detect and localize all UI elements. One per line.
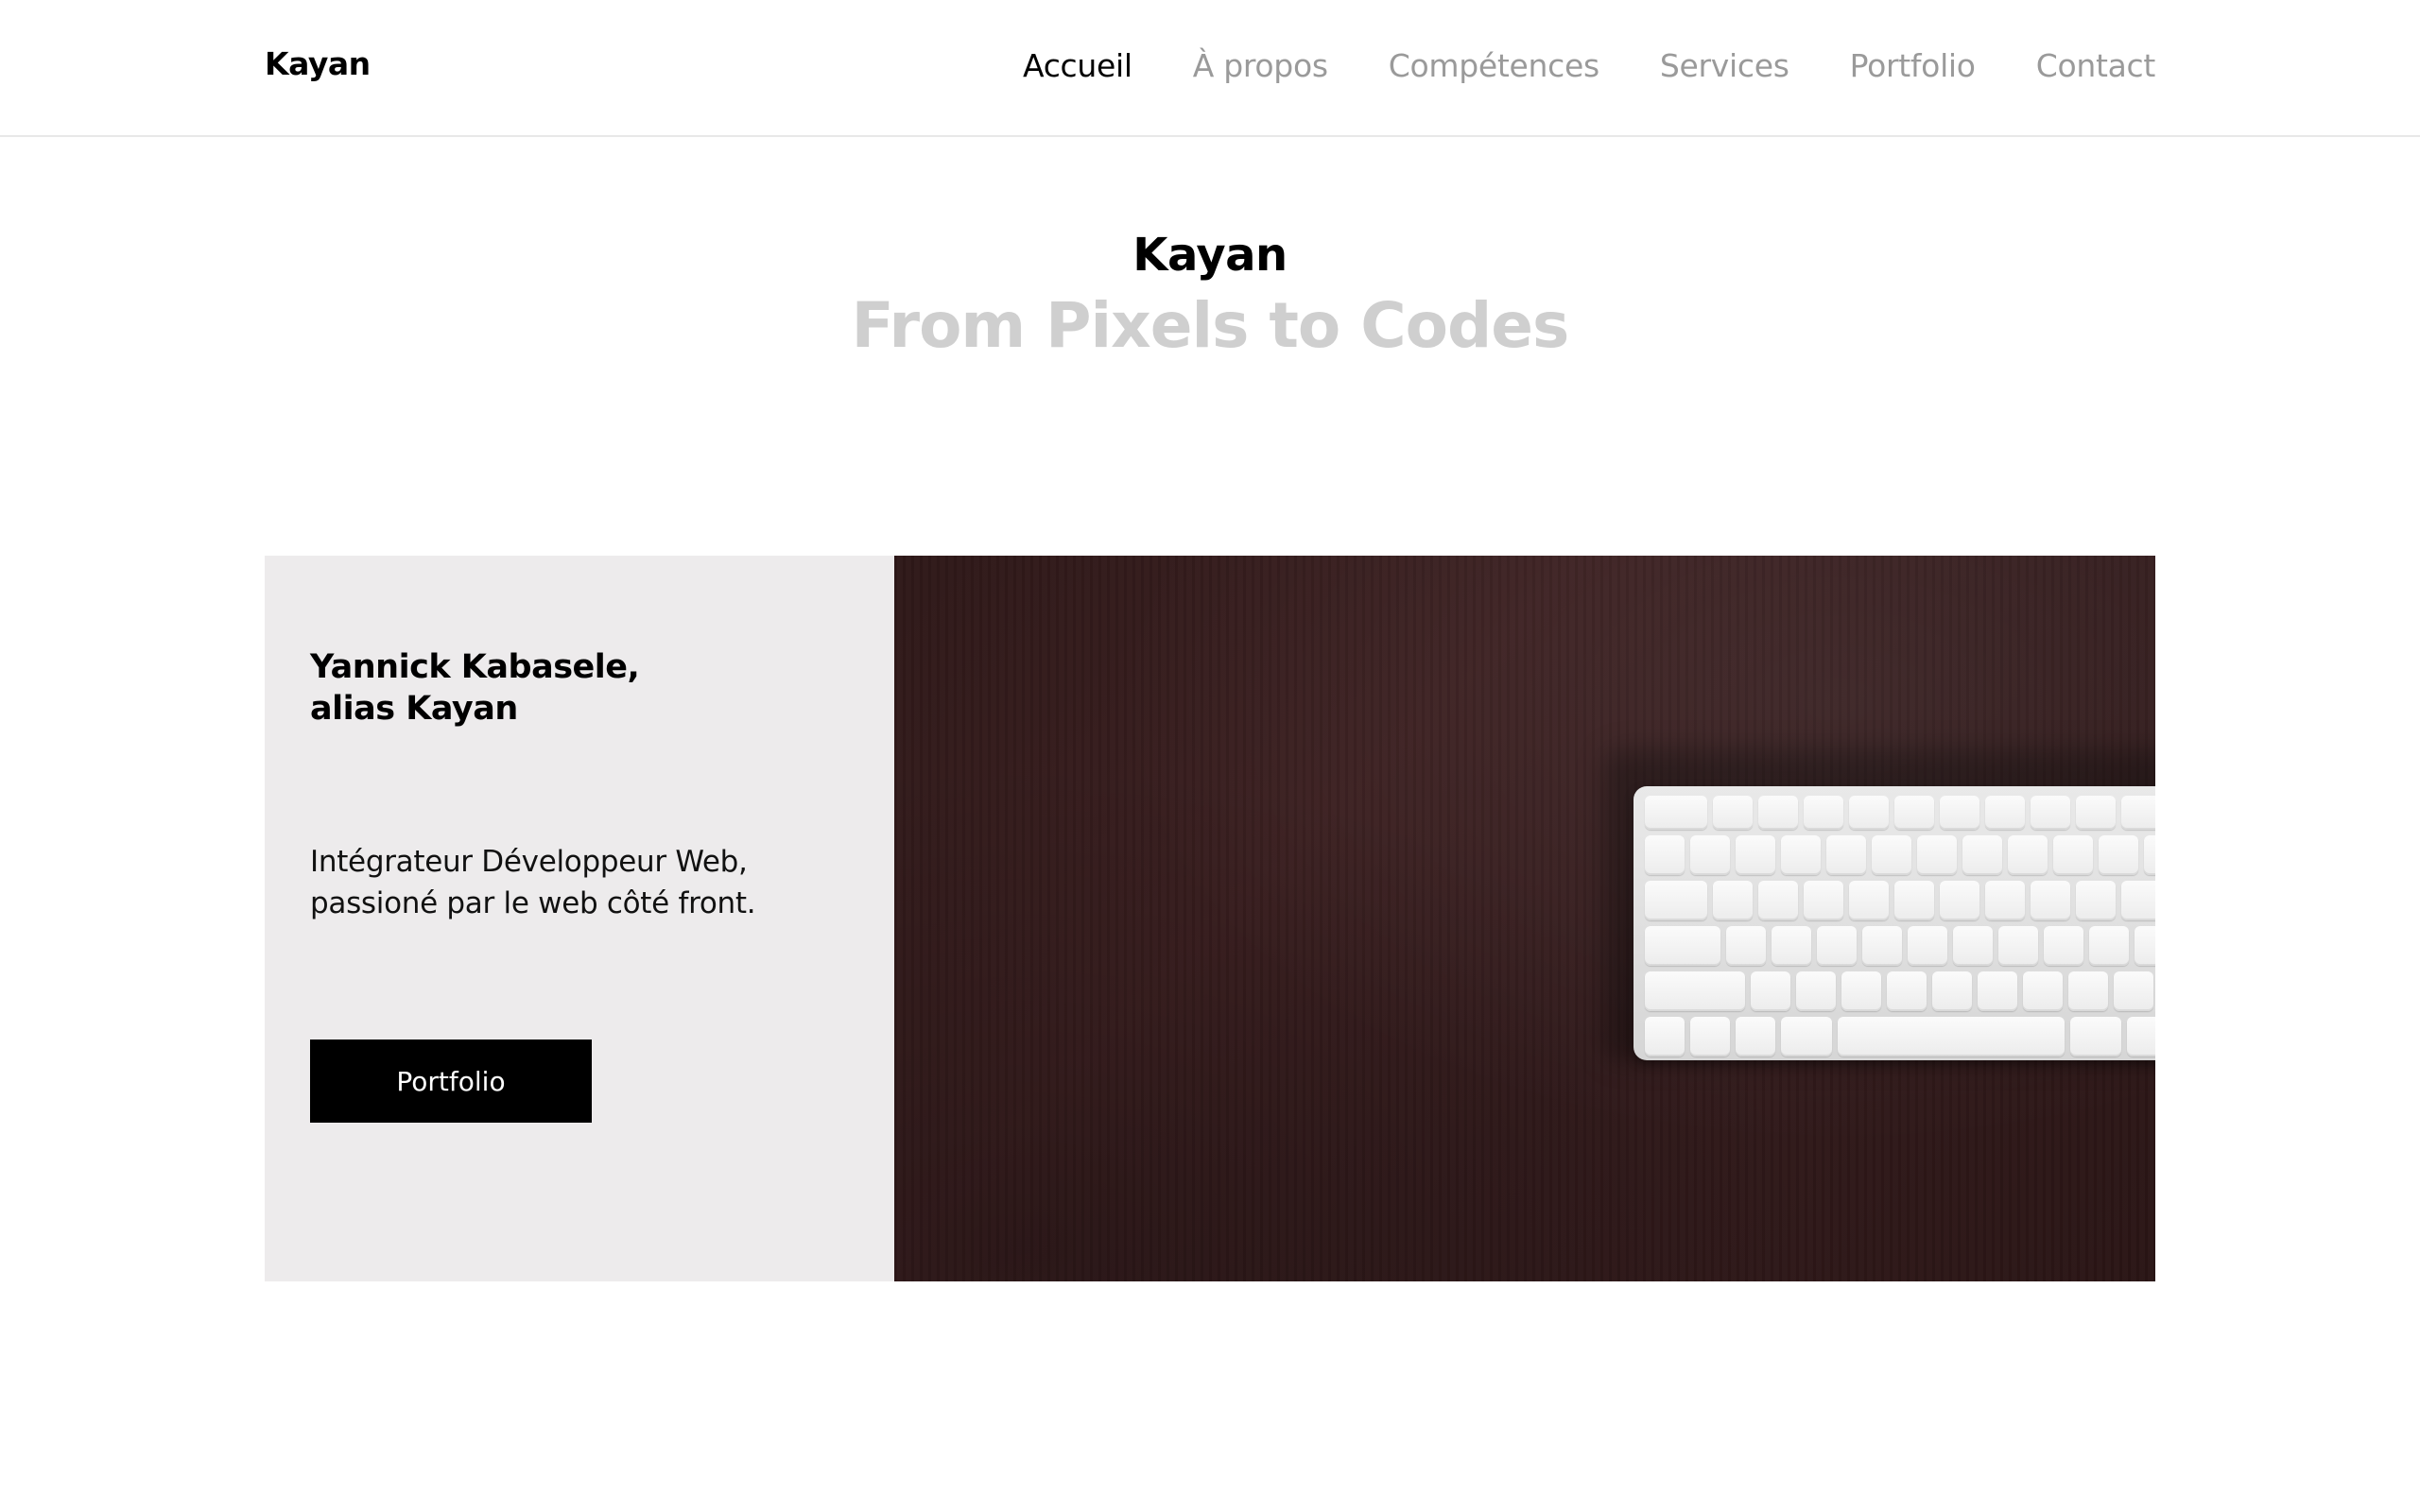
intro-card: Yannick Kabasele, alias Kayan Intégrateu… (265, 556, 2155, 1281)
intro-name-line2: alias Kayan (310, 690, 518, 728)
keyboard-row (1645, 1017, 2155, 1057)
hero-title: Kayan (1132, 229, 1288, 282)
intro-name-line1: Yannick Kabasele, (310, 648, 640, 686)
intro-description: Intégrateur Développeur Web, passioné pa… (310, 841, 839, 924)
nav-item-services[interactable]: Services (1660, 47, 1789, 84)
intro-text-panel: Yannick Kabasele, alias Kayan Intégrateu… (265, 556, 894, 1281)
intro-desc-line2: passioné par le web côté front. (310, 886, 756, 920)
nav-item-portfolio[interactable]: Portfolio (1850, 47, 1976, 84)
main-nav: Accueil À propos Compétences Services Po… (1023, 47, 2155, 84)
intro-name: Yannick Kabasele, alias Kayan (310, 646, 640, 730)
keyboard-row (1645, 926, 2155, 966)
nav-item-contact[interactable]: Contact (2036, 47, 2156, 84)
keyboard-row (1645, 835, 2155, 875)
top-navbar: Kayan Accueil À propos Compétences Servi… (0, 0, 2420, 137)
brand-logo[interactable]: Kayan (265, 45, 371, 82)
keyboard-photo (894, 556, 2155, 1281)
keyboard-row (1645, 881, 2155, 920)
nav-item-a-propos[interactable]: À propos (1193, 47, 1328, 84)
keyboard-row (1645, 971, 2155, 1011)
nav-item-accueil[interactable]: Accueil (1023, 47, 1132, 84)
hero-subtitle: From Pixels to Codes (851, 289, 1570, 362)
intro-desc-line1: Intégrateur Développeur Web, (310, 845, 748, 879)
keyboard-row (1645, 796, 2155, 830)
keyboard-image (1634, 786, 2155, 1060)
portfolio-button[interactable]: Portfolio (310, 1040, 592, 1123)
nav-item-competences[interactable]: Compétences (1389, 47, 1599, 84)
